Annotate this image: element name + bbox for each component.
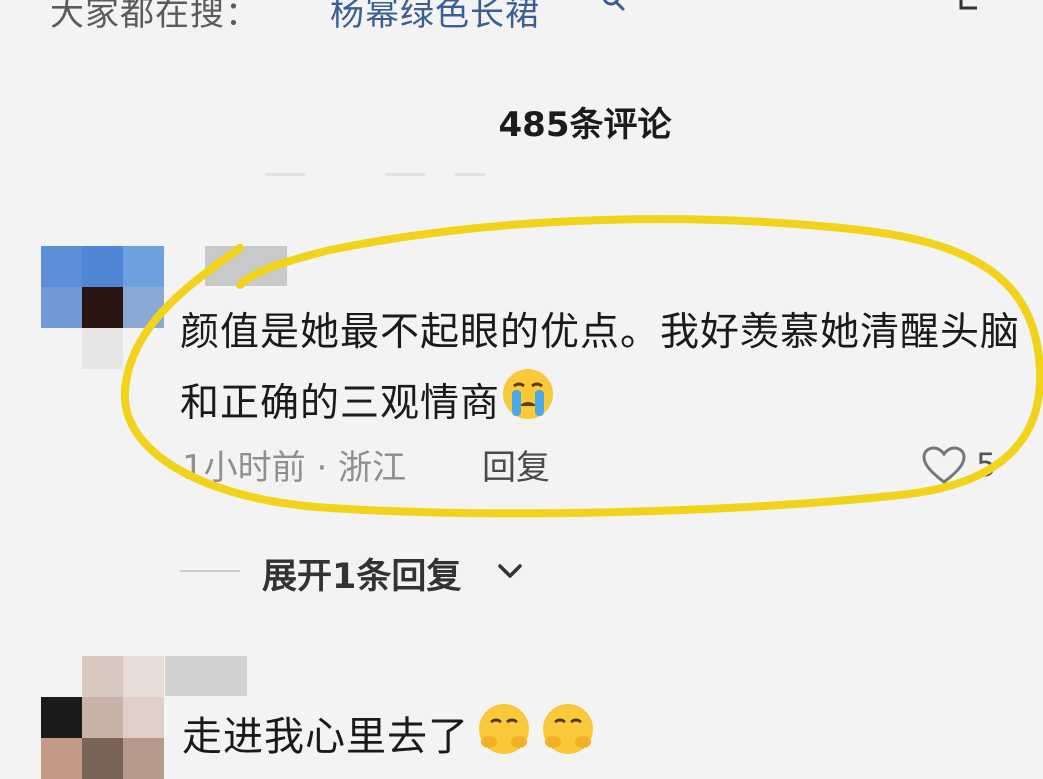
- expand-icon[interactable]: [955, 0, 991, 18]
- crying-face-icon: [503, 369, 554, 419]
- search-suggestion-term[interactable]: 杨幂绿色长裙: [330, 0, 540, 35]
- comment-text: 颜值是她最不起眼的优点。我好羡慕她清醒头脑和正确的三观情商: [180, 310, 1021, 426]
- comment-count-title: 485条评论: [498, 105, 672, 145]
- comment-body: 走进我心里去了: [182, 700, 597, 762]
- username-redacted[interactable]: [165, 656, 247, 696]
- chevron-down-icon[interactable]: [496, 560, 524, 582]
- comment-text: 走进我心里去了: [182, 714, 469, 760]
- avatar[interactable]: [41, 656, 164, 779]
- reply-button[interactable]: 回复: [482, 440, 550, 489]
- hugging-face-icon: [479, 704, 529, 754]
- username-redacted[interactable]: [205, 246, 287, 286]
- comment-meta: 1小时前 · 浙江: [182, 448, 407, 488]
- like-count: 5: [976, 446, 997, 484]
- search-icon[interactable]: [600, 0, 626, 16]
- expand-replies-button[interactable]: 展开1条回复: [262, 548, 461, 599]
- avatar[interactable]: [41, 246, 164, 369]
- faint-divider: [265, 173, 485, 176]
- hugging-face-icon: [543, 704, 593, 754]
- heart-icon[interactable]: [922, 446, 966, 486]
- reply-divider: [180, 570, 240, 572]
- comment-body: 颜值是她最不起眼的优点。我好羡慕她清醒头脑和正确的三观情商: [180, 300, 1040, 437]
- search-suggestion-prefix: 大家都在搜：: [50, 0, 260, 34]
